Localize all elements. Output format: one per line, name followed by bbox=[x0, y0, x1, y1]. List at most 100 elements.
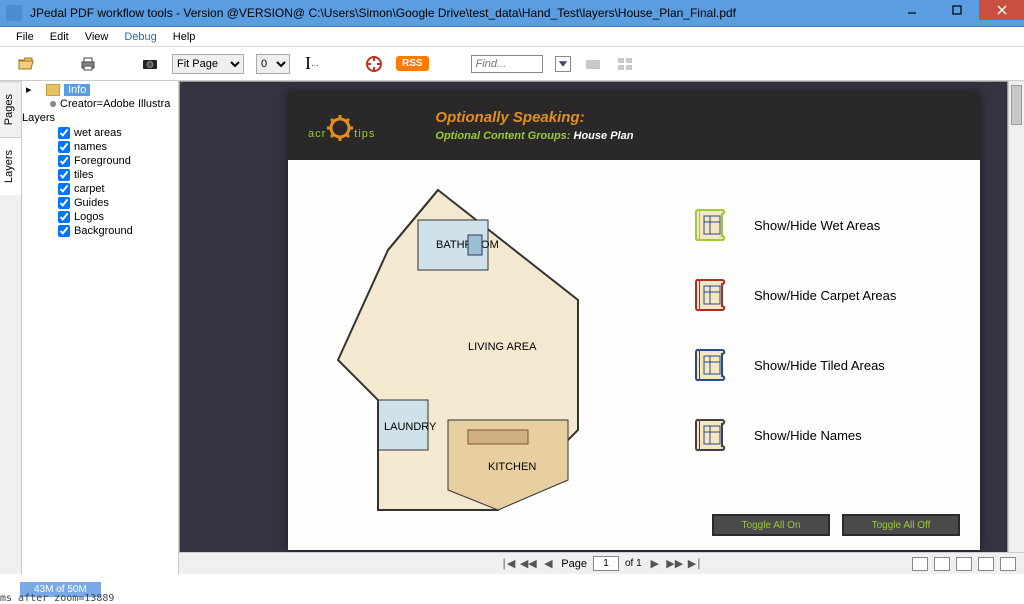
view-mode-icons bbox=[912, 557, 1016, 571]
heading-line2: Optional Content Groups: House Plan bbox=[435, 126, 960, 143]
legend-item[interactable]: Show/Hide Tiled Areas bbox=[690, 344, 950, 386]
tab-layers[interactable]: Layers bbox=[0, 137, 21, 195]
info-row[interactable]: ▸ Info bbox=[22, 81, 178, 98]
scroll-icon bbox=[690, 344, 732, 386]
view-facing-icon[interactable] bbox=[956, 557, 972, 571]
layer-item[interactable]: tiles bbox=[22, 168, 178, 182]
layer-item[interactable]: Foreground bbox=[22, 154, 178, 168]
camera2-icon bbox=[583, 54, 603, 74]
layer-checkbox[interactable] bbox=[58, 141, 70, 153]
gear-icon bbox=[326, 114, 354, 142]
creator-label: Creator=Adobe Illustra bbox=[60, 98, 170, 110]
find-input[interactable] bbox=[471, 55, 543, 73]
layer-checkbox[interactable] bbox=[58, 225, 70, 237]
zoom-select[interactable]: Fit Page bbox=[172, 54, 244, 74]
page-header: acrtips Optionally Speaking: Optional Co… bbox=[288, 92, 980, 160]
text-select-icon[interactable]: I… bbox=[302, 54, 322, 74]
layers-panel: ▸ Info Creator=Adobe Illustra Layers wet… bbox=[22, 81, 179, 574]
layer-item[interactable]: wet areas bbox=[22, 126, 178, 140]
layer-checkbox[interactable] bbox=[58, 169, 70, 181]
window-buttons bbox=[889, 0, 1024, 26]
layers-group-label[interactable]: Layers bbox=[22, 110, 178, 126]
layer-label: wet areas bbox=[74, 127, 122, 139]
logo-right: tips bbox=[354, 128, 375, 140]
main-area: Pages Layers ▸ Info Creator=Adobe Illust… bbox=[0, 81, 1024, 574]
find-dropdown-icon[interactable] bbox=[555, 56, 571, 72]
nav-last-icon[interactable]: ▶∣ bbox=[688, 557, 702, 571]
minimize-button[interactable] bbox=[889, 0, 934, 20]
toggle-buttons: Toggle All On Toggle All Off bbox=[712, 514, 960, 536]
floorplan: BATHROOM LIVING AREA LAUNDRY KITCHEN bbox=[318, 180, 618, 520]
layer-checkbox[interactable] bbox=[58, 211, 70, 223]
print-icon[interactable] bbox=[78, 54, 98, 74]
page-navbar: ∣◀ ◀◀ ◀ Page of 1 ▶ ▶▶ ▶∣ bbox=[179, 552, 1024, 574]
buoy-icon[interactable] bbox=[364, 54, 384, 74]
maximize-button[interactable] bbox=[934, 0, 979, 20]
vertical-scrollbar[interactable] bbox=[1008, 81, 1024, 574]
scrollbar-thumb[interactable] bbox=[1011, 85, 1022, 125]
nav-back-icon[interactable]: ◀ bbox=[541, 557, 555, 571]
toggle-all-off-button[interactable]: Toggle All Off bbox=[842, 514, 960, 536]
menu-edit[interactable]: Edit bbox=[42, 29, 77, 45]
tab-pages[interactable]: Pages bbox=[0, 81, 21, 137]
layer-checkbox[interactable] bbox=[58, 183, 70, 195]
view-facing-cont-icon[interactable] bbox=[978, 557, 994, 571]
status-garble: ms after zoom=13889 bbox=[0, 593, 114, 604]
titlebar: JPedal PDF workflow tools - Version @VER… bbox=[0, 0, 1024, 27]
bullet-icon bbox=[50, 101, 56, 107]
view-single-icon[interactable] bbox=[912, 557, 928, 571]
page-label: Page bbox=[561, 558, 587, 570]
rotation-select[interactable]: 0 bbox=[256, 54, 290, 74]
layer-item[interactable]: Guides bbox=[22, 196, 178, 210]
layer-item[interactable]: Background bbox=[22, 224, 178, 238]
legend-item[interactable]: Show/Hide Wet Areas bbox=[690, 204, 950, 246]
nav-fastback-icon[interactable]: ◀◀ bbox=[521, 557, 535, 571]
layer-label: Logos bbox=[74, 211, 104, 223]
info-badge: Info bbox=[64, 84, 90, 96]
legend-label: Show/Hide Wet Areas bbox=[754, 218, 880, 233]
logo: acrtips bbox=[308, 108, 375, 145]
page-of: of 1 bbox=[625, 558, 642, 569]
creator-row: Creator=Adobe Illustra bbox=[22, 98, 178, 110]
scroll-icon bbox=[690, 204, 732, 246]
rss-button[interactable]: RSS bbox=[396, 56, 429, 71]
menubar: File Edit View Debug Help bbox=[0, 27, 1024, 47]
legend-item[interactable]: Show/Hide Carpet Areas bbox=[690, 274, 950, 316]
menu-file[interactable]: File bbox=[8, 29, 42, 45]
open-icon[interactable] bbox=[16, 54, 36, 74]
view-continuous-icon[interactable] bbox=[934, 557, 950, 571]
layer-checkbox[interactable] bbox=[58, 127, 70, 139]
document-wrapper: acrtips Optionally Speaking: Optional Co… bbox=[179, 81, 1024, 574]
layer-checkbox[interactable] bbox=[58, 155, 70, 167]
status-bar: 43M of 50M ms after zoom=13889 bbox=[0, 574, 1024, 604]
layer-label: names bbox=[74, 141, 107, 153]
layer-label: Background bbox=[74, 225, 133, 237]
menu-view[interactable]: View bbox=[77, 29, 117, 45]
legend: Show/Hide Wet Areas Show/Hide Carpet Area… bbox=[690, 204, 950, 484]
page-input[interactable] bbox=[593, 556, 619, 571]
scroll-icon bbox=[690, 274, 732, 316]
snapshot-icon[interactable] bbox=[140, 54, 160, 74]
layer-item[interactable]: names bbox=[22, 140, 178, 154]
nav-fastfwd-icon[interactable]: ▶▶ bbox=[668, 557, 682, 571]
menu-debug[interactable]: Debug bbox=[116, 29, 164, 45]
layer-label: carpet bbox=[74, 183, 105, 195]
layer-label: tiles bbox=[74, 169, 94, 181]
legend-item[interactable]: Show/Hide Names bbox=[690, 414, 950, 456]
layer-item[interactable]: Logos bbox=[22, 210, 178, 224]
close-button[interactable] bbox=[979, 0, 1024, 20]
nav-fwd-icon[interactable]: ▶ bbox=[648, 557, 662, 571]
menu-help[interactable]: Help bbox=[165, 29, 204, 45]
grid-icon bbox=[615, 54, 635, 74]
layer-item[interactable]: carpet bbox=[22, 182, 178, 196]
document-viewport[interactable]: acrtips Optionally Speaking: Optional Co… bbox=[179, 81, 1008, 574]
legend-label: Show/Hide Names bbox=[754, 428, 862, 443]
side-tabs: Pages Layers bbox=[0, 81, 22, 574]
nav-first-icon[interactable]: ∣◀ bbox=[501, 557, 515, 571]
heading-text: Optionally Speaking: Optional Content Gr… bbox=[395, 109, 960, 143]
svg-text:LIVING AREA: LIVING AREA bbox=[468, 341, 537, 353]
view-flow-icon[interactable] bbox=[1000, 557, 1016, 571]
layer-checkbox[interactable] bbox=[58, 197, 70, 209]
toggle-all-on-button[interactable]: Toggle All On bbox=[712, 514, 830, 536]
folder-icon bbox=[46, 84, 60, 96]
